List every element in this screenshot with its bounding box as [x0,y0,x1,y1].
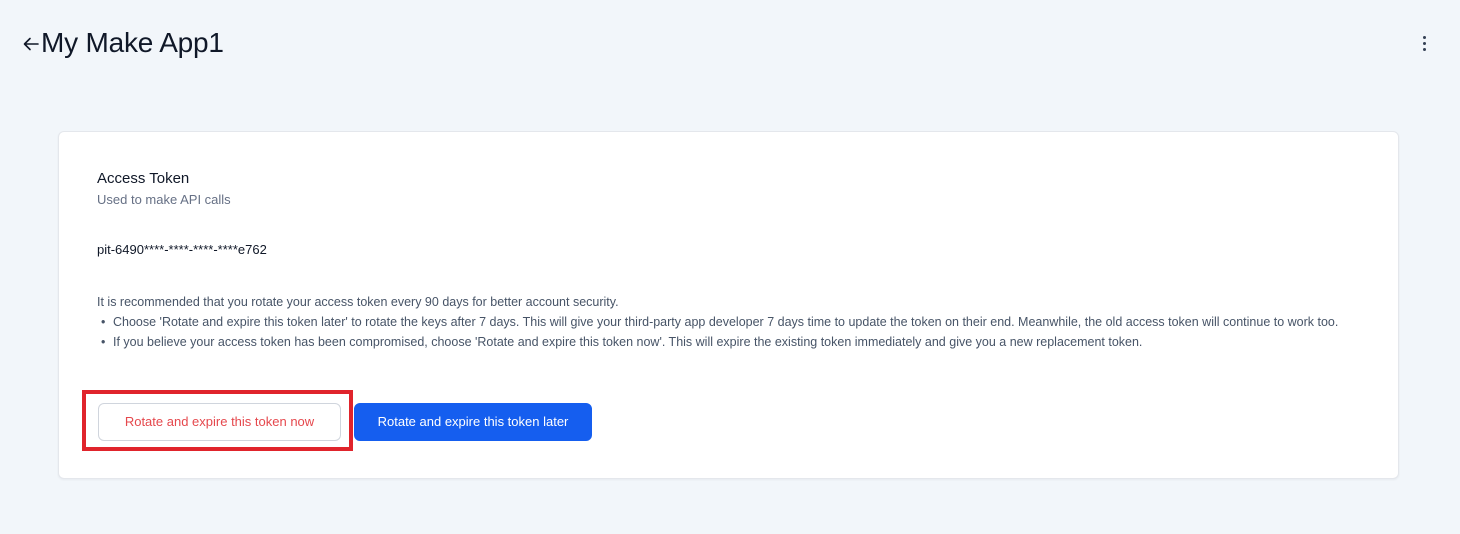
more-options-button[interactable] [1416,32,1432,54]
rotation-recommendation: It is recommended that you rotate your a… [97,292,1367,352]
access-token-card: Access Token Used to make API calls pit-… [58,131,1399,479]
rotate-later-button[interactable]: Rotate and expire this token later [354,403,592,441]
card-title: Access Token [97,170,190,187]
rotate-now-button[interactable]: Rotate and expire this token now [98,403,341,441]
more-vertical-icon [1422,35,1426,39]
list-item: Choose 'Rotate and expire this token lat… [101,312,1367,332]
recommendation-list: Choose 'Rotate and expire this token lat… [101,312,1367,352]
back-button[interactable] [20,31,42,57]
arrow-left-icon [23,37,39,51]
page-header: My Make App1 [0,0,1460,90]
recommendation-text: It is recommended that you rotate your a… [97,295,619,309]
list-item: If you believe your access token has bee… [101,332,1367,352]
token-value: pit-6490****-****-****-****e762 [97,242,267,257]
page-title: My Make App1 [41,27,224,58]
card-subtitle: Used to make API calls [97,192,231,207]
